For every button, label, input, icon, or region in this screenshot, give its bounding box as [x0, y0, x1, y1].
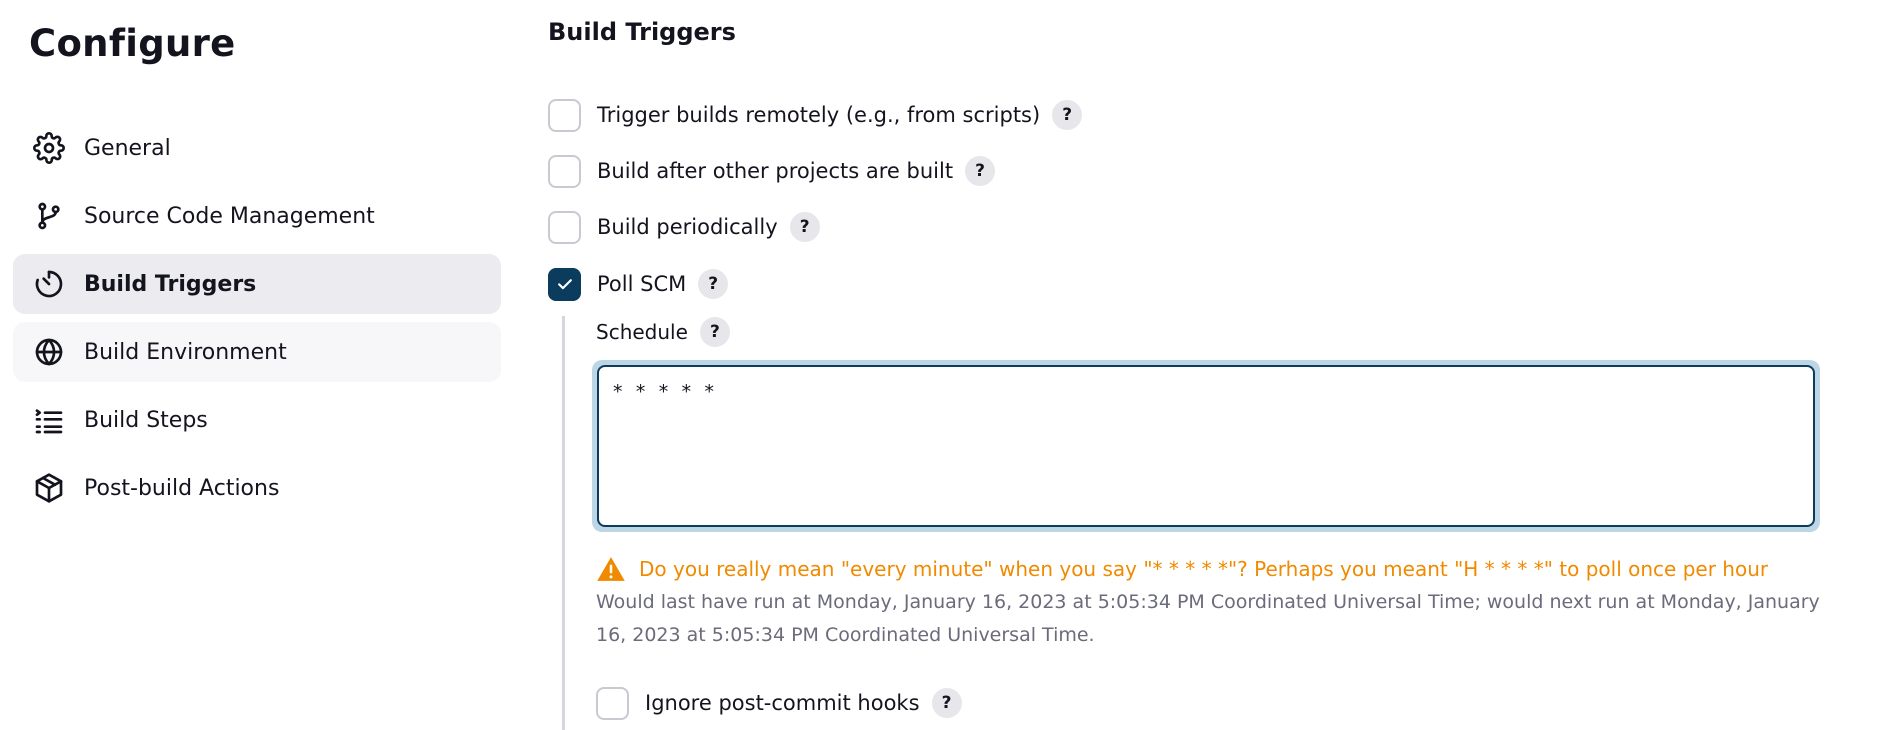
globe-icon	[32, 335, 66, 369]
help-icon[interactable]: ?	[931, 688, 962, 718]
page-title: Configure	[29, 22, 236, 65]
help-icon[interactable]: ?	[698, 269, 729, 299]
warning-message: Do you really mean "every minute" when y…	[639, 557, 1769, 581]
sidebar-item-label: General	[84, 135, 171, 161]
sidebar-item-build-steps[interactable]: Build Steps	[13, 390, 501, 450]
ignore-post-commit-hooks-checkbox[interactable]	[596, 686, 629, 720]
trigger-remotely-checkbox[interactable]	[548, 98, 581, 132]
sidebar-nav: General Source Code Management Build Tri…	[13, 118, 501, 526]
sidebar-item-label: Source Code Management	[84, 203, 375, 229]
timer-icon	[32, 267, 66, 301]
sidebar-item-label: Post-build Actions	[84, 475, 280, 501]
package-icon	[32, 471, 66, 505]
option-label: Trigger builds remotely (e.g., from scri…	[597, 103, 1041, 127]
help-icon[interactable]: ?	[699, 317, 730, 347]
sidebar-item-build-environment[interactable]: Build Environment	[13, 322, 501, 382]
sidebar: Configure General Source Code Management…	[0, 0, 520, 730]
help-icon[interactable]: ?	[965, 156, 996, 186]
poll-scm-settings: Schedule ? * * * * * Do you really mean …	[562, 316, 1862, 730]
build-after-other-projects-checkbox[interactable]	[548, 154, 581, 188]
option-label: Ignore post-commit hooks	[645, 691, 920, 715]
schedule-field-header: Schedule ?	[596, 316, 730, 348]
git-branch-icon	[32, 199, 66, 233]
gear-icon	[32, 131, 66, 165]
sidebar-item-build-triggers[interactable]: Build Triggers	[13, 254, 501, 314]
schedule-warning: Do you really mean "every minute" when y…	[596, 554, 1768, 584]
help-icon[interactable]: ?	[789, 212, 820, 242]
schedule-label: Schedule	[596, 320, 688, 344]
sidebar-item-general[interactable]: General	[13, 118, 501, 178]
build-periodically-checkbox[interactable]	[548, 210, 581, 244]
section-title: Build Triggers	[548, 18, 736, 46]
main-content: Build Triggers Trigger builds remotely (…	[548, 0, 1894, 730]
sidebar-item-post-build-actions[interactable]: Post-build Actions	[13, 458, 501, 518]
sidebar-item-label: Build Steps	[84, 407, 208, 433]
help-icon[interactable]: ?	[1052, 100, 1083, 130]
option-label: Build periodically	[597, 215, 778, 239]
schedule-textarea[interactable]: * * * * *	[597, 365, 1815, 527]
option-label: Poll SCM	[597, 272, 687, 296]
option-poll-scm: Poll SCM ?	[548, 267, 729, 301]
option-trigger-remotely: Trigger builds remotely (e.g., from scri…	[548, 98, 1083, 132]
option-build-after-other-projects: Build after other projects are built ?	[548, 154, 996, 188]
list-icon	[32, 403, 66, 437]
sidebar-item-source-code-management[interactable]: Source Code Management	[13, 186, 501, 246]
poll-scm-checkbox[interactable]	[548, 267, 581, 301]
warning-icon	[597, 557, 625, 581]
checkmark-icon	[557, 279, 572, 290]
schedule-info-message: Would last have run at Monday, January 1…	[596, 591, 1820, 646]
option-build-periodically: Build periodically ?	[548, 210, 820, 244]
option-ignore-post-commit-hooks: Ignore post-commit hooks ?	[596, 686, 962, 720]
configure-page: Configure General Source Code Management…	[0, 0, 1894, 730]
sidebar-item-label: Build Triggers	[84, 271, 257, 297]
schedule-focus-ring: * * * * *	[592, 360, 1820, 532]
option-label: Build after other projects are built	[597, 159, 954, 183]
sidebar-item-label: Build Environment	[84, 339, 287, 365]
